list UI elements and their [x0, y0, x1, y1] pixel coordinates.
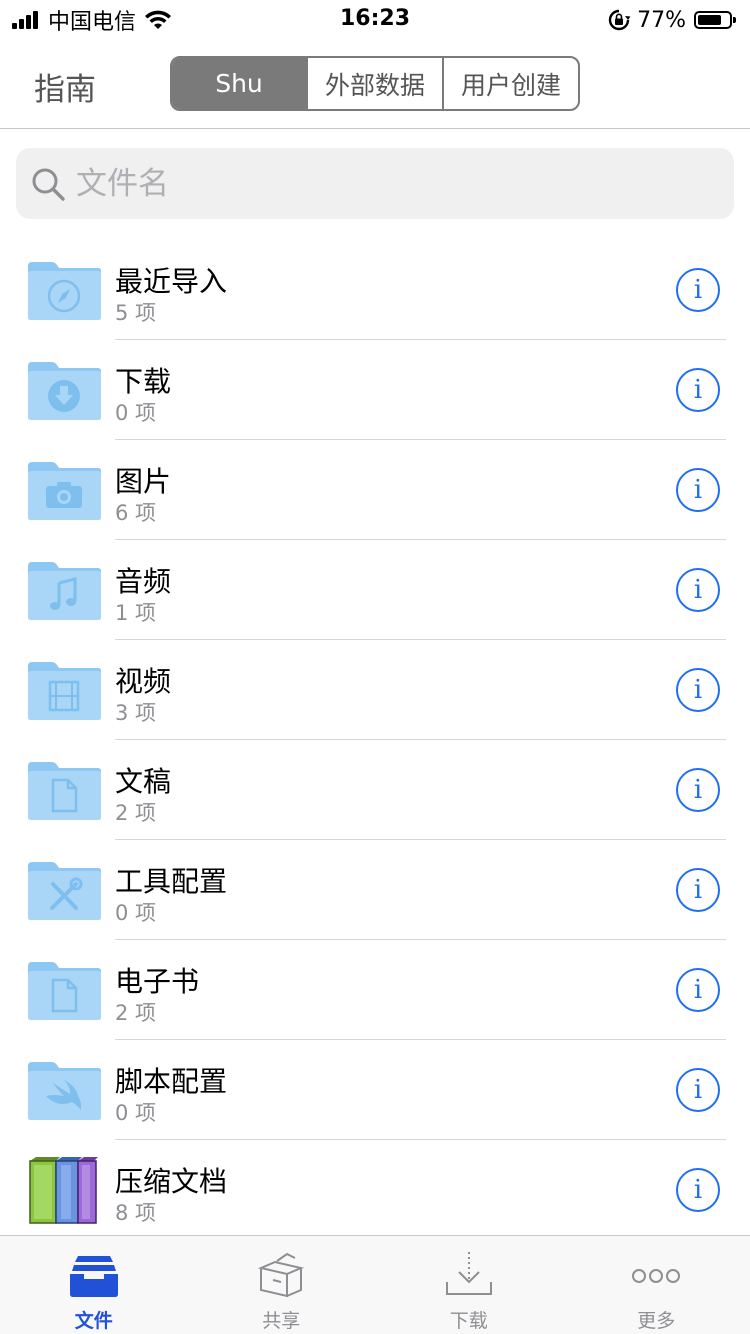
info-button[interactable]: i	[676, 768, 720, 812]
folder-download-icon	[28, 362, 101, 420]
folder-list: 最近导入 5 项 i 下载 0 项 i 图片 6 项 i 音频 1 项 i 视频…	[0, 240, 750, 1240]
folder-item-count: 5 项	[115, 301, 157, 325]
info-button[interactable]: i	[676, 1168, 720, 1212]
tab-label: 更多	[637, 1310, 676, 1332]
info-button[interactable]: i	[676, 668, 720, 712]
folder-item-count: 0 项	[115, 1101, 157, 1125]
folder-document-icon	[28, 762, 101, 820]
folder-item-count: 2 项	[115, 801, 157, 825]
folder-item-count: 8 项	[115, 1201, 157, 1225]
folder-item-count: 2 项	[115, 1001, 157, 1025]
folder-row-audio[interactable]: 音频 1 项 i	[0, 540, 750, 640]
folder-document-icon	[28, 962, 101, 1020]
tab-share[interactable]: 共享	[188, 1236, 376, 1334]
segment-external-data[interactable]: 外部数据	[308, 58, 444, 109]
info-button[interactable]: i	[676, 968, 720, 1012]
battery-percent: 77%	[637, 7, 686, 33]
folder-row-documents[interactable]: 文稿 2 项 i	[0, 740, 750, 840]
folder-row-tool-config[interactable]: 工具配置 0 项 i	[0, 840, 750, 940]
folder-name: 压缩文档	[115, 1165, 228, 1198]
archive-books-icon	[29, 1157, 98, 1224]
filename-search-input[interactable]	[76, 148, 716, 219]
navigation-bar: 指南 Shu 外部数据 用户创建	[0, 40, 750, 129]
status-bar: 中国电信 16:23 77%	[0, 0, 750, 40]
info-button[interactable]: i	[676, 568, 720, 612]
folder-music-icon	[28, 562, 101, 620]
tab-bar: 文件 共享 下载 更多	[0, 1235, 750, 1334]
download-tray-icon	[445, 1252, 492, 1295]
folder-item-count: 0 项	[115, 901, 157, 925]
folder-item-count: 6 项	[115, 501, 157, 525]
info-button[interactable]: i	[676, 868, 720, 912]
folder-name: 最近导入	[115, 265, 228, 298]
folder-name: 下载	[115, 365, 172, 398]
folder-row-ebooks[interactable]: 电子书 2 项 i	[0, 940, 750, 1040]
tab-files[interactable]: 文件	[0, 1236, 188, 1334]
segment-user-created[interactable]: 用户创建	[444, 58, 578, 109]
folder-row-archives[interactable]: 压缩文档 8 项 i	[0, 1140, 750, 1240]
file-browser-screen: 中国电信 16:23 77% 指南 Shu 外部数据 用户创建 文件名 最近导入…	[0, 0, 750, 1334]
battery-icon	[694, 11, 736, 29]
more-dots-icon	[632, 1269, 681, 1283]
tab-download[interactable]: 下载	[375, 1236, 563, 1334]
folder-swift-icon	[28, 1062, 101, 1120]
segment-shu[interactable]: Shu	[172, 58, 308, 109]
folder-film-icon	[28, 662, 101, 720]
folder-item-count: 0 项	[115, 401, 157, 425]
info-button[interactable]: i	[676, 268, 720, 312]
tab-label: 文件	[74, 1310, 113, 1332]
folder-row-downloads[interactable]: 下载 0 项 i	[0, 340, 750, 440]
status-right: 77%	[607, 6, 736, 34]
info-button[interactable]: i	[676, 468, 720, 512]
folder-row-pictures[interactable]: 图片 6 项 i	[0, 440, 750, 540]
folder-tools-icon	[28, 862, 101, 920]
folder-item-count: 3 项	[115, 701, 157, 725]
folder-item-count: 1 项	[115, 601, 157, 625]
nav-title-guide[interactable]: 指南	[34, 64, 96, 109]
source-segmented-control: Shu 外部数据 用户创建	[170, 56, 580, 111]
folder-name: 视频	[115, 665, 172, 698]
folder-camera-icon	[28, 462, 101, 520]
tab-label: 下载	[449, 1310, 488, 1332]
tab-label: 共享	[262, 1310, 301, 1332]
orientation-lock-icon	[608, 9, 631, 31]
folder-compass-icon	[28, 262, 101, 320]
share-box-icon	[258, 1252, 305, 1298]
folder-row-recent-imports[interactable]: 最近导入 5 项 i	[0, 240, 750, 340]
folder-name: 工具配置	[115, 865, 228, 898]
folder-name: 电子书	[115, 965, 200, 998]
folder-row-video[interactable]: 视频 3 项 i	[0, 640, 750, 740]
files-tray-icon	[69, 1256, 118, 1297]
folder-row-script-config[interactable]: 脚本配置 0 项 i	[0, 1040, 750, 1140]
tab-more[interactable]: 更多	[563, 1236, 750, 1334]
folder-name: 图片	[115, 465, 172, 498]
folder-name: 脚本配置	[115, 1065, 228, 1098]
info-button[interactable]: i	[676, 368, 720, 412]
info-button[interactable]: i	[676, 1068, 720, 1112]
search-bar	[16, 148, 734, 219]
folder-name: 文稿	[115, 765, 172, 798]
folder-name: 音频	[115, 565, 172, 598]
search-icon	[32, 168, 65, 201]
